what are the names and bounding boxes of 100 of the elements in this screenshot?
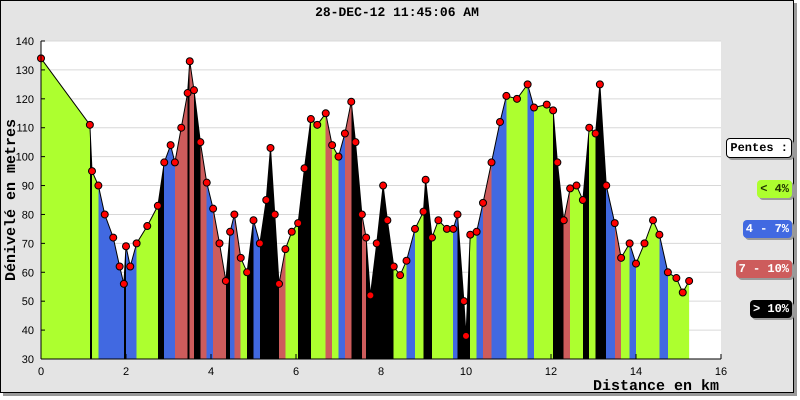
- data-point: [86, 120, 94, 129]
- data-point: [243, 268, 252, 276]
- data-point: [626, 239, 634, 248]
- data-point: [472, 228, 481, 236]
- data-point: [166, 141, 175, 150]
- data-point: [216, 239, 224, 248]
- data-point: [372, 239, 381, 248]
- data-point: [402, 256, 410, 265]
- data-point: [306, 115, 315, 124]
- data-point: [640, 239, 648, 248]
- data-point: [328, 141, 336, 150]
- data-point: [154, 202, 162, 210]
- data-point: [649, 216, 657, 224]
- legend-item: > 10%: [750, 300, 792, 318]
- data-point: [88, 167, 96, 176]
- y-tick-label: 90: [22, 180, 34, 193]
- y-tick-label: 60: [22, 267, 34, 280]
- data-point: [655, 230, 664, 239]
- y-tick-label: 130: [16, 64, 34, 77]
- x-tick-label: 16: [714, 366, 728, 378]
- legend-title: Pentes :: [726, 138, 792, 158]
- data-point: [313, 120, 322, 129]
- y-tick-label: 80: [22, 209, 34, 222]
- data-point: [186, 57, 194, 66]
- data-point: [196, 138, 204, 146]
- data-point: [116, 262, 124, 270]
- x-tick-label: 12: [544, 366, 558, 378]
- y-tick-label: 70: [22, 238, 34, 250]
- data-point: [270, 210, 279, 218]
- data-point: [262, 196, 270, 204]
- data-point: [300, 164, 308, 172]
- data-point: [340, 130, 349, 138]
- data-point: [226, 228, 234, 236]
- data-point: [366, 291, 374, 300]
- y-tick-label: 40: [22, 325, 34, 338]
- legend-item: 7 - 10%: [736, 260, 792, 278]
- data-point: [617, 254, 626, 262]
- data-point: [585, 124, 594, 132]
- data-point: [524, 80, 532, 88]
- data-point: [362, 234, 370, 242]
- data-point: [596, 80, 604, 88]
- data-point: [143, 222, 152, 230]
- data-point: [122, 242, 130, 250]
- x-tick-label: 14: [630, 366, 642, 378]
- data-point: [209, 204, 218, 213]
- data-point: [109, 234, 118, 242]
- data-point: [411, 224, 419, 233]
- y-tick-label: 140: [16, 36, 34, 48]
- data-point: [379, 182, 388, 190]
- data-point: [479, 198, 487, 207]
- data-point: [184, 89, 192, 98]
- data-point: [664, 268, 672, 276]
- x-axis-title: Distance en km: [592, 378, 719, 392]
- data-point: [685, 276, 694, 285]
- data-point: [396, 271, 404, 280]
- data-point: [632, 260, 640, 268]
- data-point: [288, 228, 296, 236]
- data-point: [126, 262, 134, 270]
- data-point: [236, 254, 245, 262]
- data-point: [420, 208, 428, 216]
- data-point: [610, 219, 619, 228]
- data-point: [100, 210, 109, 218]
- x-tick-label: 10: [460, 366, 472, 378]
- data-point: [132, 239, 141, 248]
- y-tick-label: 100: [16, 152, 34, 164]
- data-point: [230, 210, 238, 218]
- data-point: [513, 94, 521, 103]
- data-point: [177, 124, 186, 132]
- data-point: [488, 158, 496, 166]
- y-tick-label: 110: [16, 122, 34, 135]
- data-point: [250, 216, 258, 224]
- data-point: [94, 182, 102, 190]
- data-point: [202, 178, 211, 187]
- data-point: [120, 280, 128, 288]
- data-point: [566, 184, 574, 192]
- data-point: [460, 297, 468, 306]
- data-point: [672, 274, 680, 282]
- data-point: [428, 234, 436, 242]
- data-point: [281, 245, 290, 254]
- data-point: [294, 219, 302, 228]
- x-tick-label: 2: [122, 366, 130, 378]
- data-point: [502, 92, 510, 100]
- data-point: [352, 138, 360, 146]
- data-point: [256, 239, 264, 248]
- data-point: [334, 152, 342, 161]
- data-point: [422, 176, 430, 184]
- data-point: [678, 288, 687, 296]
- data-point: [560, 216, 568, 224]
- x-tick-label: 0: [38, 366, 44, 378]
- x-tick-label: 6: [292, 366, 300, 378]
- data-point: [449, 224, 458, 233]
- data-point: [322, 109, 330, 118]
- y-tick-label: 50: [22, 296, 34, 308]
- legend-item: 4 - 7%: [742, 220, 792, 238]
- legend-item: < 4%: [757, 180, 792, 198]
- chart-title: 28-DEC-12 11:45:06 AM: [315, 4, 479, 22]
- data-point: [383, 216, 392, 224]
- data-point: [434, 216, 442, 224]
- data-point: [466, 230, 474, 239]
- y-tick-label: 120: [16, 94, 34, 106]
